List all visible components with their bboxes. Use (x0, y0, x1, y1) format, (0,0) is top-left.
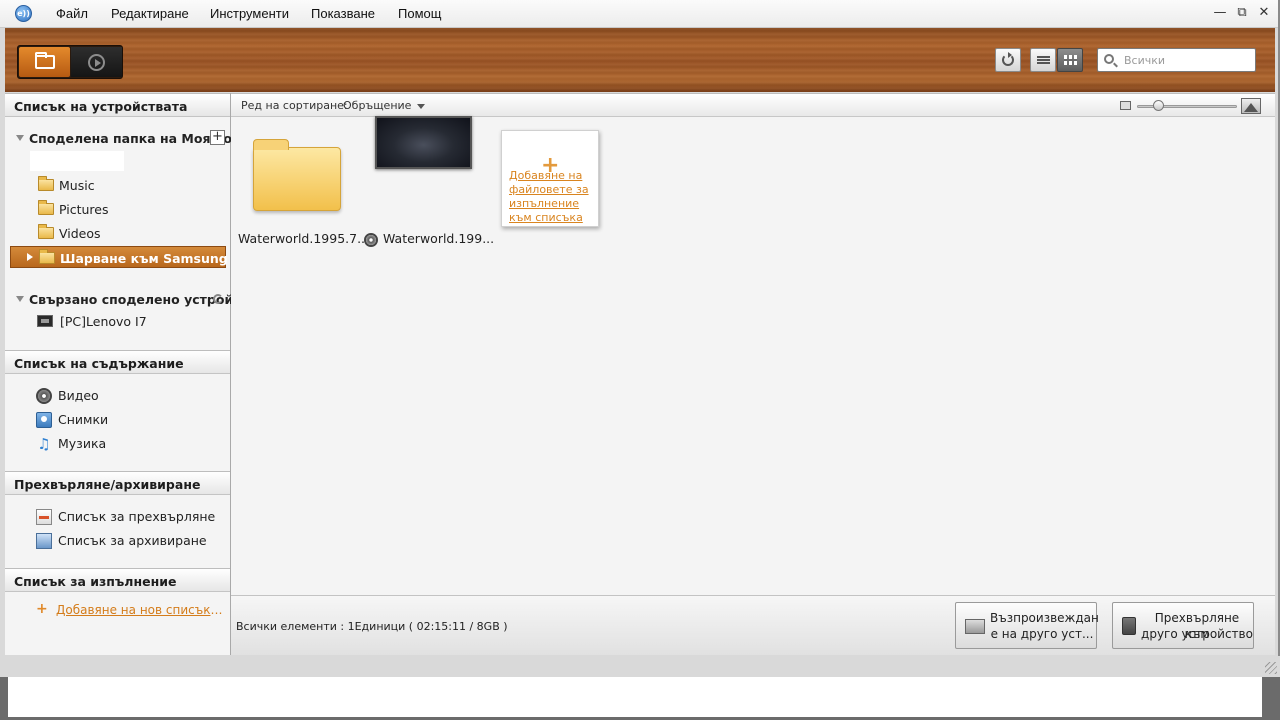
desktop-area (8, 677, 1262, 717)
sidebar-item-video[interactable]: Видео (5, 384, 230, 406)
sidebar-item-music-content[interactable]: ♫ Музика (5, 432, 230, 454)
playlist-header: Списък за изпълнение (5, 568, 230, 592)
zoom-slider[interactable] (1137, 105, 1237, 108)
sidebar: Списък на устройствата Споделена папка н… (5, 93, 247, 655)
sidebar-item-pc-lenovo[interactable]: [PC]Lenovo I7 (5, 310, 230, 332)
folder-icon (39, 249, 55, 264)
toolbar (5, 28, 1275, 92)
status-bar: Всички елементи : 1Единици ( 02:15:11 / … (231, 595, 1275, 655)
sidebar-item-label: Снимки (58, 412, 109, 427)
folder-icon (35, 52, 55, 69)
chevron-down-icon[interactable] (417, 104, 425, 109)
large-thumbnail-icon[interactable] (1241, 98, 1261, 114)
transfer-to-device-button[interactable]: Прехвърляне към друго устройство (1112, 602, 1254, 649)
app-logo-icon: e)) (15, 5, 32, 22)
music-note-icon: ♫ (37, 435, 51, 453)
sidebar-item-photos[interactable]: Снимки (5, 408, 230, 430)
video-tile-name: Waterworld.199... (383, 231, 495, 246)
menu-bar: e)) Файл Редактиране Инструменти Показва… (0, 0, 1278, 28)
button-label: друго устройство (1141, 627, 1253, 641)
search-icon[interactable] (1104, 54, 1114, 64)
library-mode-button[interactable] (19, 47, 70, 77)
folder-tile-name: Waterworld.1995.7... (238, 231, 369, 246)
menu-file[interactable]: Файл (56, 6, 88, 21)
pc-icon (37, 315, 53, 327)
menu-tools[interactable]: Инструменти (210, 6, 289, 21)
grid-view-button[interactable] (1057, 48, 1083, 72)
sidebar-item-label: Videos (59, 226, 101, 241)
video-thumbnail[interactable] (375, 116, 472, 169)
sidebar-item-videos[interactable]: Videos (5, 222, 230, 244)
transfer-header: Прехвърляне/архивиране (5, 471, 230, 495)
folder-icon (38, 200, 54, 215)
minimize-icon[interactable]: — (1212, 6, 1228, 20)
refresh-icon (1002, 52, 1014, 66)
content-area: Ред на сортиране: Обръщение Waterworld.1… (231, 93, 1275, 655)
device-name-field (30, 151, 124, 171)
play-on-device-icon (965, 619, 985, 634)
transfer-device-icon (1122, 617, 1136, 635)
sidebar-item-label: Списък за архивиране (58, 533, 207, 548)
sidebar-item-archive-list[interactable]: Списък за архивиране (5, 529, 230, 551)
menu-edit[interactable]: Редактиране (111, 6, 189, 21)
menu-help[interactable]: Помощ (398, 6, 441, 21)
expand-arrow-icon[interactable] (16, 135, 24, 141)
add-to-playlist-link[interactable]: Добавяне на файловете за изпълнение към … (509, 169, 597, 225)
play-icon (88, 54, 105, 71)
expand-arrow-icon[interactable] (16, 296, 24, 302)
plus-icon: + (36, 601, 48, 617)
mode-switch (17, 45, 123, 79)
film-reel-icon (36, 388, 52, 404)
sidebar-item-label: Шарване към Samsung (60, 251, 228, 266)
folder-icon (38, 176, 54, 191)
button-label: е на друго уст... (990, 627, 1094, 641)
restore-icon[interactable]: ⧉ (1234, 6, 1250, 20)
add-to-playlist-card[interactable]: + Добавяне на файловете за изпълнение къ… (501, 130, 599, 227)
window-bottom-border (0, 656, 1280, 677)
sort-dropdown[interactable]: Обръщение (343, 99, 411, 112)
sidebar-item-label: [PC]Lenovo I7 (60, 314, 147, 329)
sidebar-item-label: Видео (58, 388, 99, 403)
sidebar-item-music[interactable]: Music (5, 174, 230, 196)
expand-arrow-icon[interactable] (27, 253, 33, 261)
sidebar-item-label: Music (59, 178, 95, 193)
resize-grip[interactable] (1265, 662, 1277, 674)
refresh-button[interactable] (995, 48, 1021, 72)
refresh-icon[interactable] (213, 294, 223, 304)
folder-icon (253, 139, 341, 211)
folder-icon (38, 224, 54, 239)
app-window: e)) Файл Редактиране Инструменти Показва… (0, 0, 1280, 677)
close-icon[interactable]: ✕ (1256, 6, 1272, 20)
sidebar-item-label: Списък за прехвърляне (58, 509, 216, 524)
play-on-device-button[interactable]: Възпроизвеждан е на друго уст... (955, 602, 1099, 649)
photo-icon (36, 412, 52, 428)
player-mode-button[interactable] (71, 47, 122, 77)
archive-icon (36, 533, 52, 549)
search-input[interactable] (1124, 52, 1252, 68)
small-thumbnail-icon[interactable] (1120, 101, 1131, 110)
status-text: Всички елементи : 1Единици ( 02:15:11 / … (236, 620, 508, 633)
add-folder-button[interactable]: + (210, 130, 225, 145)
connected-devices-node[interactable]: Свързано споделено устрой... (5, 288, 247, 310)
sort-bar: Ред на сортиране: Обръщение (231, 93, 1275, 117)
devices-header: Списък на устройствата (5, 93, 230, 117)
sidebar-item-label: Pictures (59, 202, 109, 217)
button-label: Възпроизвеждан (990, 611, 1099, 625)
sidebar-item-pictures[interactable]: Pictures (5, 198, 230, 220)
list-view-icon (1037, 56, 1050, 64)
sort-label: Ред на сортиране: (241, 99, 348, 112)
transfer-icon (36, 509, 52, 525)
add-playlist-link[interactable]: Добавяне на нов списък за изп... (56, 603, 226, 617)
menu-view[interactable]: Показване (311, 6, 375, 21)
sidebar-item-transfer-list[interactable]: Списък за прехвърляне (5, 505, 230, 527)
shared-folder-node[interactable]: Споделена папка на Моя ко... + (5, 127, 246, 149)
zoom-slider-handle[interactable] (1153, 100, 1164, 111)
list-view-button[interactable] (1030, 48, 1056, 72)
content-header: Списък на съдържание (5, 350, 230, 374)
sidebar-item-share-samsung[interactable]: Шарване към Samsung (10, 246, 228, 268)
search-box (1097, 48, 1256, 72)
sidebar-item-label: Музика (58, 436, 107, 451)
grid-view-icon (1064, 55, 1077, 65)
film-reel-icon (364, 233, 378, 247)
